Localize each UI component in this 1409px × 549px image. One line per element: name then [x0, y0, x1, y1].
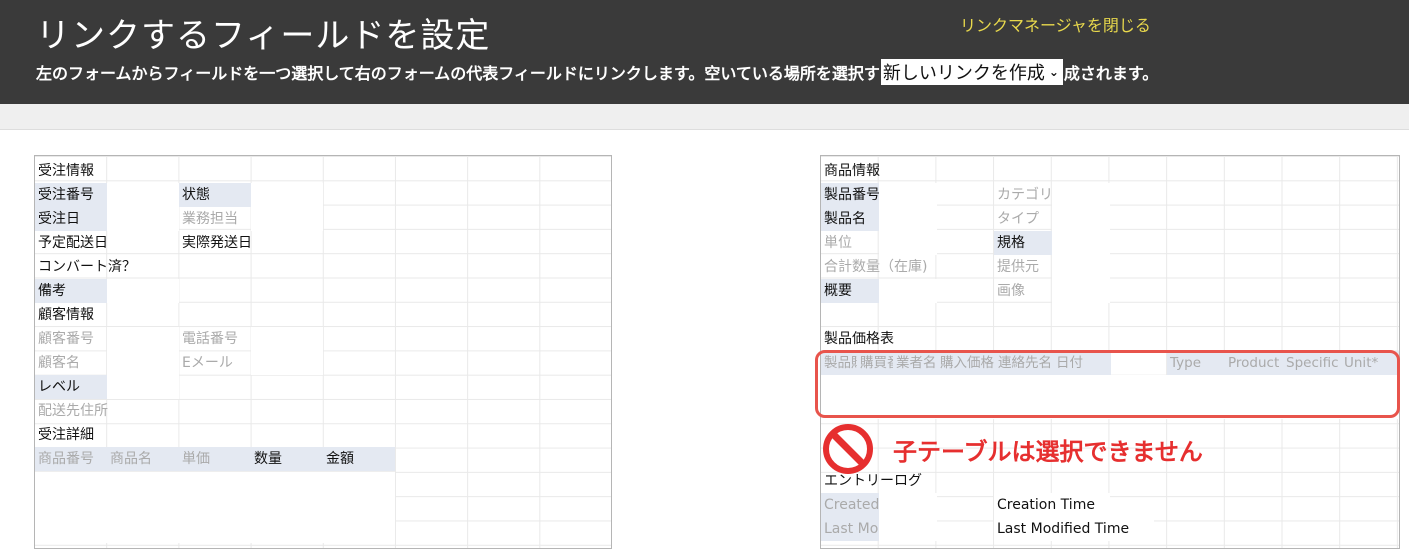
- field-supplier: 提供元: [997, 259, 1039, 275]
- field-staff-value: [251, 207, 323, 231]
- instruction-before: 左のフォームからフィールドを一つ選択して右のフォームの代表フィールドにリンクしま…: [36, 64, 880, 83]
- field-unit: 単位: [824, 235, 852, 251]
- chevron-down-icon: ⌄: [1048, 65, 1059, 79]
- left-form-panel: 受注情報 受注番号 状態 受注日 業務担当 予定配送日 実際発送日 コンバート済…: [34, 155, 612, 549]
- field-order-date[interactable]: 受注日: [35, 207, 107, 231]
- field-order-date-value[interactable]: [107, 207, 179, 231]
- field-email: Eメール: [182, 355, 233, 371]
- field-status[interactable]: 状態: [179, 183, 251, 207]
- field-product-no-value[interactable]: [879, 183, 937, 207]
- field-product-name[interactable]: 製品名: [821, 207, 879, 231]
- prohibited-icon: [823, 424, 873, 474]
- field-last-modified-time[interactable]: Last Modified Time: [994, 517, 1154, 541]
- close-link-manager-link[interactable]: リンクマネージャを閉じる: [960, 12, 1151, 36]
- section-price-table: 製品価格表: [824, 331, 894, 347]
- field-supplier-value: [1052, 255, 1110, 279]
- detail-col-amount: 金額: [323, 447, 395, 471]
- field-customer-no: 顧客番号: [38, 331, 94, 347]
- field-type-value: [1052, 207, 1110, 231]
- field-order-no[interactable]: 受注番号: [35, 183, 107, 207]
- field-overview[interactable]: 概要: [821, 279, 879, 303]
- link-select-value: 新しいリンクを作成: [882, 63, 1045, 84]
- field-level[interactable]: レベル: [35, 375, 107, 399]
- field-created: Created: [821, 493, 879, 517]
- header: リンクするフィールドを設定 リンクマネージャを閉じる 左のフォームからフィールド…: [0, 0, 1409, 104]
- detail-col-product-no: 商品番号: [35, 447, 107, 471]
- field-total-stock: 合計数量（在庫): [824, 259, 928, 275]
- field-creation-time[interactable]: Creation Time: [994, 493, 1110, 517]
- instruction-text: 左のフォームからフィールドを一つ選択して右のフォームの代表フィールドにリンクしま…: [36, 59, 1158, 85]
- field-ship-address: 配送先住所: [38, 403, 108, 419]
- field-customer-name: 顧客名: [38, 355, 80, 371]
- field-unit-value: [879, 231, 937, 255]
- field-notes-value[interactable]: [107, 279, 179, 303]
- field-product-name-value[interactable]: [879, 207, 937, 231]
- detail-col-product-name: 商品名: [107, 447, 179, 471]
- detail-col-quantity: 数量: [251, 447, 323, 471]
- field-actual-ship[interactable]: 実際発送日: [179, 231, 323, 255]
- field-created-value: [879, 493, 937, 517]
- field-spec[interactable]: 規格: [994, 231, 1052, 255]
- toolbar-strip: [0, 104, 1409, 130]
- link-select[interactable]: 新しいリンクを作成 ⌄: [880, 59, 1063, 85]
- field-planned-ship[interactable]: 予定配送日: [35, 231, 179, 255]
- field-overview-value[interactable]: [879, 279, 937, 303]
- field-last-mod-value: [879, 517, 937, 541]
- field-converted[interactable]: コンバート済？: [35, 255, 179, 279]
- field-product-no[interactable]: 製品番号: [821, 183, 879, 207]
- field-phone-value: [251, 327, 323, 351]
- field-last-mod: Last Mod: [821, 517, 879, 541]
- field-image: 画像: [997, 283, 1025, 299]
- section-order-detail: 受注詳細: [38, 427, 94, 443]
- field-status-value[interactable]: [251, 183, 323, 207]
- section-customer-info: 顧客情報: [38, 307, 94, 323]
- field-image-value: [1052, 279, 1110, 303]
- field-category-value: [1052, 183, 1110, 207]
- warning-text: 子テーブルは選択できません: [893, 437, 1203, 466]
- section-order-info: 受注情報: [38, 163, 94, 179]
- field-staff: 業務担当: [182, 211, 238, 227]
- field-order-no-value[interactable]: [107, 183, 179, 207]
- detail-table-body: [35, 471, 395, 543]
- page-title: リンクするフィールドを設定: [36, 16, 491, 56]
- field-customer-name-value: [107, 351, 179, 375]
- field-customer-no-value: [107, 327, 179, 351]
- field-type: タイプ: [997, 211, 1039, 227]
- field-spec-value[interactable]: [1052, 231, 1110, 255]
- section-product-info: 商品情報: [824, 163, 880, 179]
- instruction-after: 成されます。: [1063, 64, 1159, 83]
- field-notes[interactable]: 備考: [35, 279, 107, 303]
- field-email-value: [251, 351, 323, 375]
- subtable-warning: 子テーブルは選択できません: [823, 424, 1203, 474]
- field-category: カテゴリー: [997, 187, 1067, 203]
- field-phone: 電話番号: [182, 331, 238, 347]
- detail-col-unit-price: 単価: [179, 447, 251, 471]
- field-level-value[interactable]: [107, 375, 179, 399]
- subtable-highlight-box: [815, 350, 1400, 418]
